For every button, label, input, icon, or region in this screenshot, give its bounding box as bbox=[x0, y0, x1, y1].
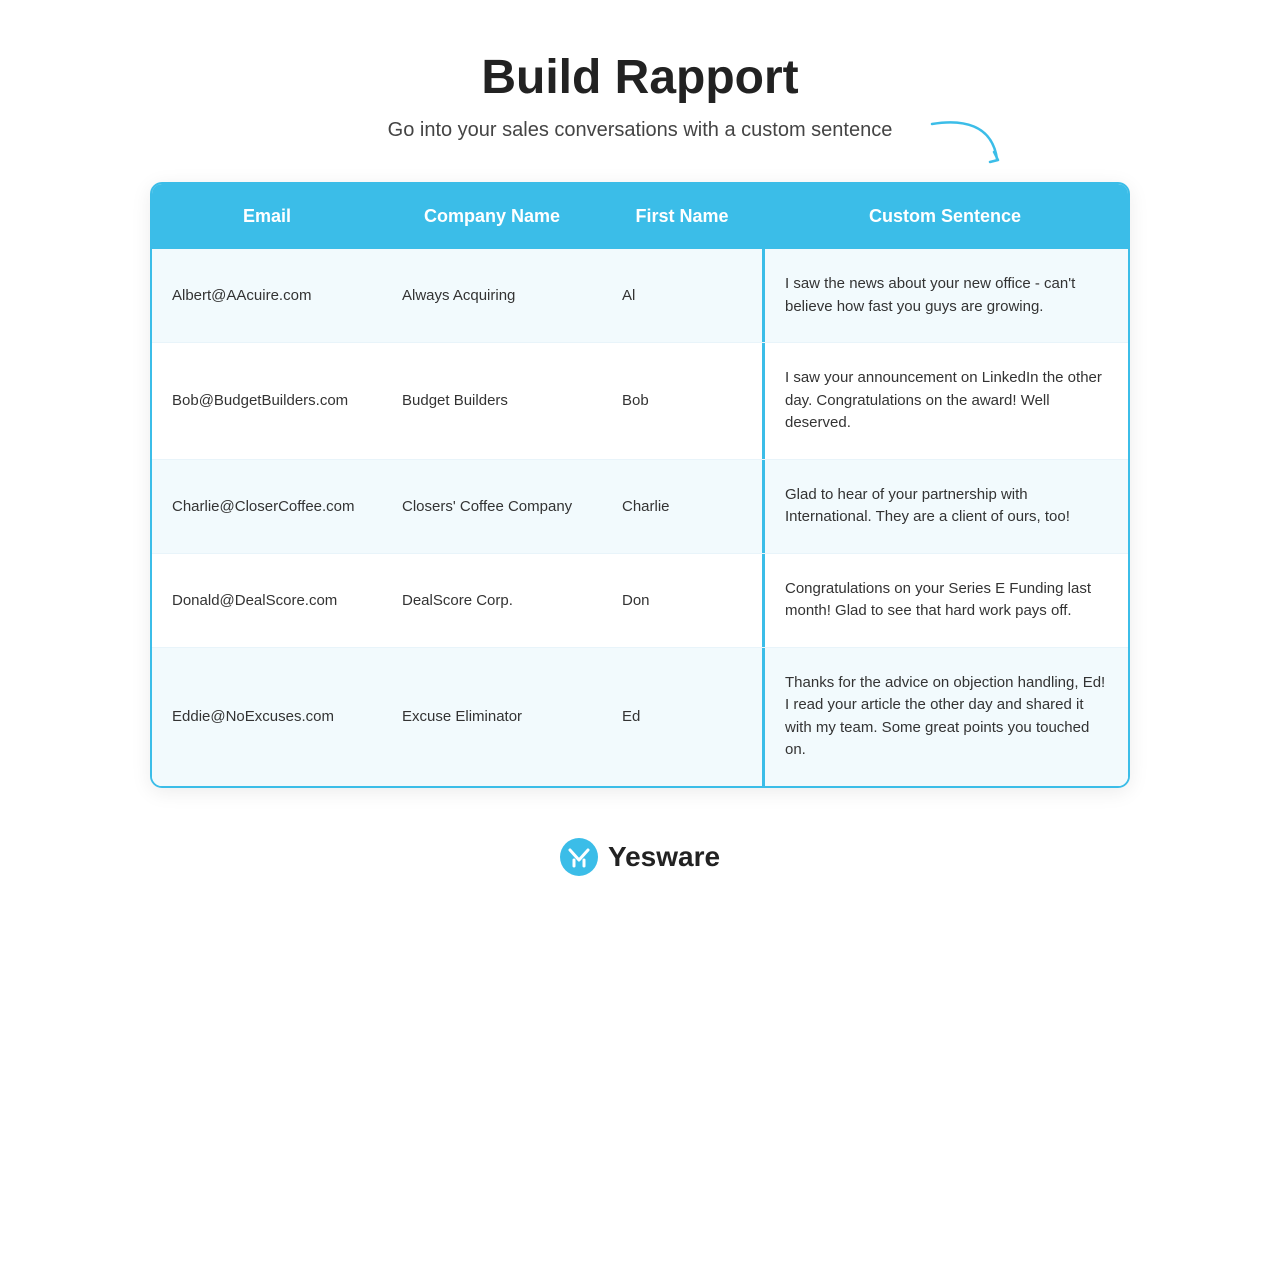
arrow-container bbox=[922, 114, 1012, 179]
col-company: Company Name bbox=[382, 184, 602, 249]
arrow-icon bbox=[922, 114, 1012, 174]
yesware-brand-text: Yesware bbox=[608, 841, 720, 873]
cell-sentence-2: Glad to hear of your partnership with In… bbox=[762, 460, 1128, 553]
table-row: Charlie@CloserCoffee.com Closers' Coffee… bbox=[152, 460, 1128, 554]
subtitle-row: Go into your sales conversations with a … bbox=[388, 119, 893, 142]
cell-company-1: Budget Builders bbox=[382, 343, 602, 459]
cell-company-4: Excuse Eliminator bbox=[382, 648, 602, 786]
cell-email-4: Eddie@NoExcuses.com bbox=[152, 648, 382, 786]
table-body: Albert@AAcuire.com Always Acquiring Al I… bbox=[152, 249, 1128, 786]
cell-company-0: Always Acquiring bbox=[382, 249, 602, 342]
cell-company-3: DealScore Corp. bbox=[382, 554, 602, 647]
footer-logo: Yesware bbox=[560, 838, 720, 876]
cell-email-3: Donald@DealScore.com bbox=[152, 554, 382, 647]
cell-sentence-1: I saw your announcement on LinkedIn the … bbox=[762, 343, 1128, 459]
cell-email-1: Bob@BudgetBuilders.com bbox=[152, 343, 382, 459]
cell-email-0: Albert@AAcuire.com bbox=[152, 249, 382, 342]
table-header: Email Company Name First Name Custom Sen… bbox=[152, 184, 1128, 249]
page-wrapper: Build Rapport Go into your sales convers… bbox=[90, 0, 1190, 936]
page-title: Build Rapport bbox=[481, 50, 798, 105]
cell-sentence-0: I saw the news about your new office - c… bbox=[762, 249, 1128, 342]
subtitle-text: Go into your sales conversations with a … bbox=[388, 119, 893, 142]
col-sentence: Custom Sentence bbox=[762, 184, 1128, 249]
table-row: Albert@AAcuire.com Always Acquiring Al I… bbox=[152, 249, 1128, 343]
table-row: Eddie@NoExcuses.com Excuse Eliminator Ed… bbox=[152, 648, 1128, 786]
cell-firstname-3: Don bbox=[602, 554, 762, 647]
yesware-logo-icon bbox=[560, 838, 598, 876]
col-email: Email bbox=[152, 184, 382, 249]
cell-firstname-0: Al bbox=[602, 249, 762, 342]
col-firstname: First Name bbox=[602, 184, 762, 249]
cell-firstname-4: Ed bbox=[602, 648, 762, 786]
data-table: Email Company Name First Name Custom Sen… bbox=[150, 182, 1130, 788]
cell-sentence-4: Thanks for the advice on objection handl… bbox=[762, 648, 1128, 786]
table-row: Bob@BudgetBuilders.com Budget Builders B… bbox=[152, 343, 1128, 460]
cell-firstname-1: Bob bbox=[602, 343, 762, 459]
cell-firstname-2: Charlie bbox=[602, 460, 762, 553]
table-row: Donald@DealScore.com DealScore Corp. Don… bbox=[152, 554, 1128, 648]
cell-email-2: Charlie@CloserCoffee.com bbox=[152, 460, 382, 553]
cell-sentence-3: Congratulations on your Series E Funding… bbox=[762, 554, 1128, 647]
cell-company-2: Closers' Coffee Company bbox=[382, 460, 602, 553]
